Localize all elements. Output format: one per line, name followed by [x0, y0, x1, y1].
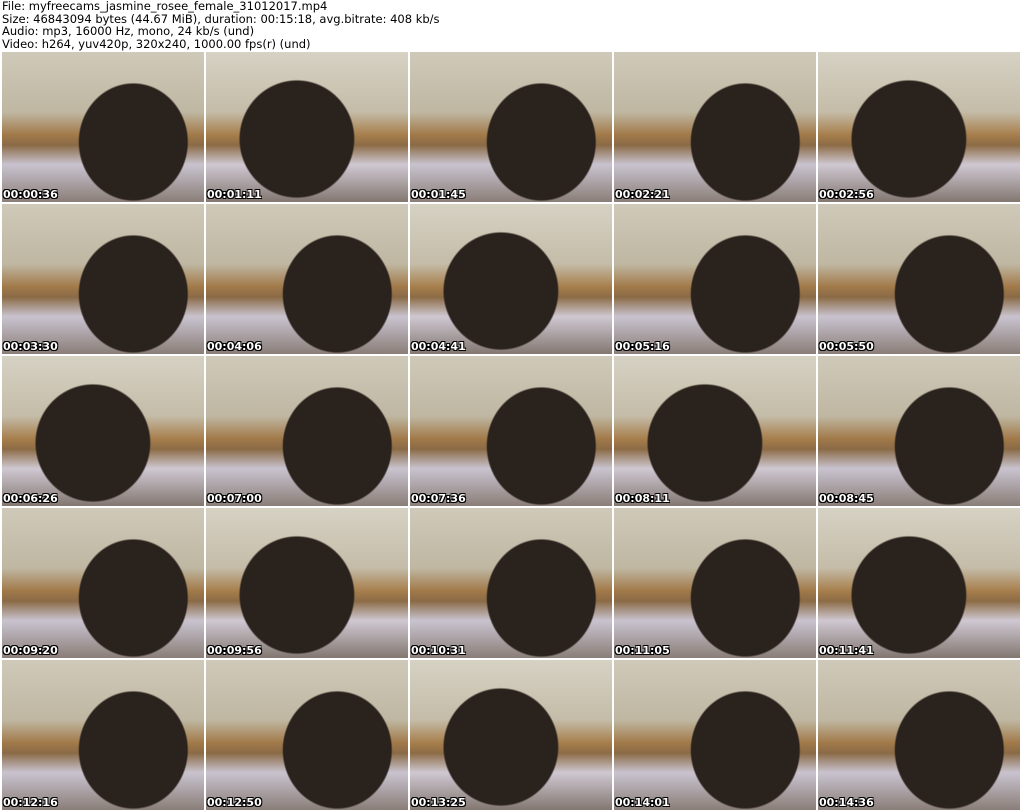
frame-timestamp: 00:02:56: [819, 188, 874, 201]
video-frame-thumbnail: 00:10:31: [410, 508, 612, 658]
video-frame-thumbnail: 00:01:45: [410, 52, 612, 202]
frame-timestamp: 00:12:50: [207, 796, 262, 809]
frame-timestamp: 00:14:01: [615, 796, 670, 809]
video-frame-thumbnail: 00:04:41: [410, 204, 612, 354]
video-frame-thumbnail: 00:12:16: [2, 660, 204, 810]
frame-timestamp: 00:02:21: [615, 188, 670, 201]
video-frame-thumbnail: 00:00:36: [2, 52, 204, 202]
video-frame-thumbnail: 00:06:26: [2, 356, 204, 506]
video-info: Video: h264, yuv420p, 320x240, 1000.00 f…: [2, 36, 311, 51]
frame-timestamp: 00:05:50: [819, 340, 874, 353]
thumbnail-grid: 00:00:36 00:01:11 00:01:45 00:02:21 00:02:56…: [2, 52, 1020, 810]
video-frame-thumbnail: 00:07:00: [206, 356, 408, 506]
video-frame-thumbnail: 00:05:16: [614, 204, 816, 354]
frame-timestamp: 00:13:25: [411, 796, 466, 809]
frame-timestamp: 00:05:16: [615, 340, 670, 353]
frame-timestamp: 00:14:36: [819, 796, 874, 809]
video-frame-thumbnail: 00:04:06: [206, 204, 408, 354]
frame-timestamp: 00:10:31: [411, 644, 466, 657]
video-frame-thumbnail: 00:09:20: [2, 508, 204, 658]
video-frame-thumbnail: 00:13:25: [410, 660, 612, 810]
frame-timestamp: 00:01:45: [411, 188, 466, 201]
video-frame-thumbnail: 00:14:36: [818, 660, 1020, 810]
video-frame-thumbnail: 00:02:56: [818, 52, 1020, 202]
video-frame-thumbnail: 00:14:01: [614, 660, 816, 810]
frame-timestamp: 00:08:11: [615, 492, 670, 505]
frame-timestamp: 00:12:16: [3, 796, 58, 809]
frame-timestamp: 00:07:00: [207, 492, 262, 505]
video-frame-thumbnail: 00:08:11: [614, 356, 816, 506]
file-name: File: myfreecams_jasmine_rosee_female_31…: [2, 0, 328, 13]
frame-timestamp: 00:00:36: [3, 188, 58, 201]
frame-timestamp: 00:03:30: [3, 340, 58, 353]
frame-timestamp: 00:07:36: [411, 492, 466, 505]
frame-timestamp: 00:11:05: [615, 644, 670, 657]
file-info-header: File: myfreecams_jasmine_rosee_female_31…: [2, 0, 440, 50]
video-frame-thumbnail: 00:11:41: [818, 508, 1020, 658]
video-frame-thumbnail: 00:09:56: [206, 508, 408, 658]
video-frame-thumbnail: 00:03:30: [2, 204, 204, 354]
video-frame-thumbnail: 00:11:05: [614, 508, 816, 658]
video-frame-thumbnail: 00:01:11: [206, 52, 408, 202]
frame-timestamp: 00:04:06: [207, 340, 262, 353]
frame-timestamp: 00:06:26: [3, 492, 58, 505]
frame-timestamp: 00:11:41: [819, 644, 874, 657]
video-frame-thumbnail: 00:07:36: [410, 356, 612, 506]
video-frame-thumbnail: 00:12:50: [206, 660, 408, 810]
video-frame-thumbnail: 00:02:21: [614, 52, 816, 202]
audio-info: Audio: mp3, 16000 Hz, mono, 24 kb/s (und…: [2, 24, 255, 38]
frame-timestamp: 00:09:20: [3, 644, 58, 657]
video-frame-thumbnail: 00:08:45: [818, 356, 1020, 506]
video-frame-thumbnail: 00:05:50: [818, 204, 1020, 354]
frame-timestamp: 00:09:56: [207, 644, 262, 657]
frame-timestamp: 00:01:11: [207, 188, 262, 201]
frame-timestamp: 00:04:41: [411, 340, 466, 353]
frame-timestamp: 00:08:45: [819, 492, 874, 505]
